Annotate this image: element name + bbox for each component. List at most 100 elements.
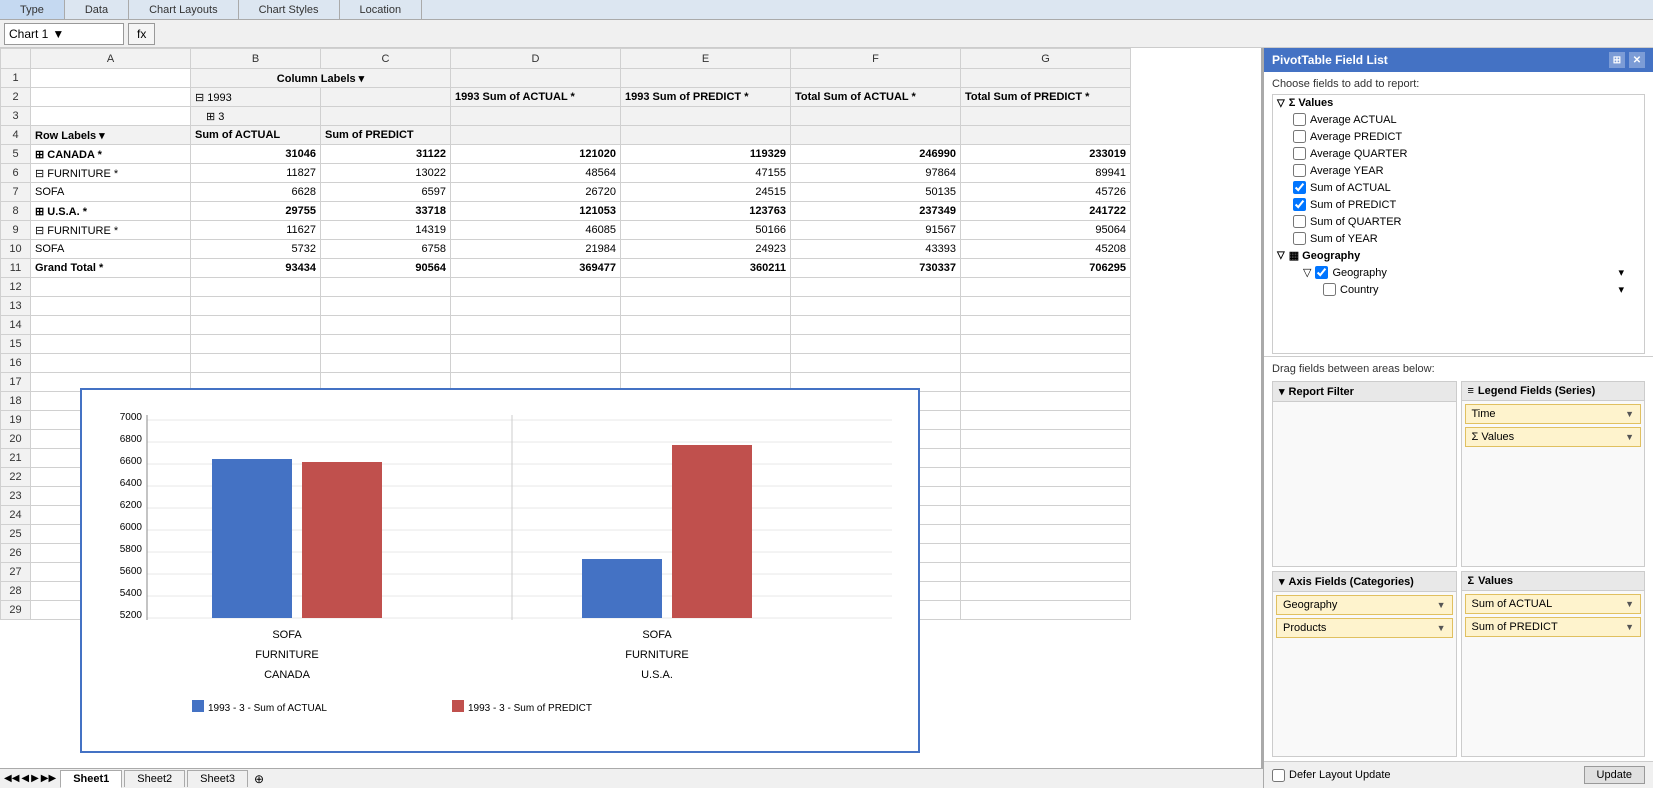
empty-cell[interactable] — [621, 297, 791, 316]
drop-arrow[interactable]: ▼ — [1625, 599, 1634, 609]
check-sum-quarter[interactable] — [1293, 215, 1306, 228]
field-avg-year[interactable]: Average YEAR — [1273, 162, 1644, 179]
fx-button[interactable]: fx — [128, 23, 155, 45]
cell-c11[interactable]: 90564 — [321, 259, 451, 278]
cell-f4[interactable] — [791, 126, 961, 145]
tab-data[interactable]: Data — [65, 0, 129, 19]
cell-e11[interactable]: 360211 — [621, 259, 791, 278]
cell-c10[interactable]: 6758 — [321, 240, 451, 259]
cell-c3[interactable] — [321, 107, 451, 126]
cell-g1[interactable] — [961, 69, 1131, 88]
cell-e1[interactable] — [621, 69, 791, 88]
nav-first[interactable]: ◀◀ — [4, 773, 19, 784]
spreadsheet-area[interactable]: A B C D E F G 1 Column Labels ▾ — [0, 48, 1263, 788]
cell-f7[interactable]: 50135 — [791, 183, 961, 202]
cell-d3[interactable] — [451, 107, 621, 126]
cell-e2[interactable]: 1993 Sum of PREDICT * — [621, 88, 791, 107]
empty-cell[interactable] — [961, 354, 1131, 373]
empty-cell[interactable] — [191, 278, 321, 297]
empty-cell[interactable] — [621, 278, 791, 297]
cell-b7[interactable]: 6628 — [191, 183, 321, 202]
cell-c9[interactable]: 14319 — [321, 221, 451, 240]
empty-cell[interactable] — [961, 430, 1131, 449]
axis-item-geography[interactable]: Geography ▼ — [1276, 595, 1453, 615]
defer-layout-label[interactable]: Defer Layout Update — [1272, 769, 1391, 782]
empty-cell[interactable] — [961, 411, 1131, 430]
legend-item-time[interactable]: Time ▼ — [1465, 404, 1642, 424]
empty-cell[interactable] — [961, 335, 1131, 354]
cell-d6[interactable]: 48564 — [451, 164, 621, 183]
cell-f9[interactable]: 91567 — [791, 221, 961, 240]
empty-cell[interactable] — [31, 316, 191, 335]
cell-g9[interactable]: 95064 — [961, 221, 1131, 240]
field-sum-year[interactable]: Sum of YEAR — [1273, 230, 1644, 247]
cell-b10[interactable]: 5732 — [191, 240, 321, 259]
empty-cell[interactable] — [321, 297, 451, 316]
empty-cell[interactable] — [961, 468, 1131, 487]
field-geography[interactable]: ▽ Geography ▾ — [1273, 264, 1644, 281]
cell-e10[interactable]: 24923 — [621, 240, 791, 259]
empty-cell[interactable] — [961, 278, 1131, 297]
cell-b5[interactable]: 31046 — [191, 145, 321, 164]
cell-b8[interactable]: 29755 — [191, 202, 321, 221]
pivot-section-values[interactable]: ▽ Σ Values — [1273, 95, 1644, 111]
cell-a9[interactable]: ⊟ FURNITURE * — [31, 221, 191, 240]
drop-arrow[interactable]: ▼ — [1437, 600, 1446, 610]
tab-type[interactable]: Type — [0, 0, 65, 19]
filter-icon[interactable]: ▾ — [1618, 266, 1624, 279]
empty-cell[interactable] — [961, 297, 1131, 316]
check-avg-quarter[interactable] — [1293, 147, 1306, 160]
empty-cell[interactable] — [621, 354, 791, 373]
cell-b11[interactable]: 93434 — [191, 259, 321, 278]
cell-f6[interactable]: 97864 — [791, 164, 961, 183]
pivot-icon-grid[interactable]: ⊞ — [1609, 52, 1625, 68]
empty-cell[interactable] — [961, 449, 1131, 468]
cell-f8[interactable]: 237349 — [791, 202, 961, 221]
empty-cell[interactable] — [791, 335, 961, 354]
cell-d1[interactable] — [451, 69, 621, 88]
cell-e3[interactable] — [621, 107, 791, 126]
empty-cell[interactable] — [31, 354, 191, 373]
cell-e9[interactable]: 50166 — [621, 221, 791, 240]
chart-name-box[interactable]: Chart 1 ▼ — [4, 23, 124, 45]
pivot-area-legend-fields[interactable]: ≡ Legend Fields (Series) Time ▼ Σ Values… — [1461, 381, 1646, 567]
empty-cell[interactable] — [621, 316, 791, 335]
cell-b6[interactable]: 11827 — [191, 164, 321, 183]
field-sum-actual[interactable]: Sum of ACTUAL — [1273, 179, 1644, 196]
cell-g6[interactable]: 89941 — [961, 164, 1131, 183]
empty-cell[interactable] — [791, 316, 961, 335]
drop-arrow[interactable]: ▼ — [1625, 622, 1634, 632]
drop-arrow[interactable]: ▼ — [1625, 409, 1634, 419]
pivot-fields-list[interactable]: ▽ Σ Values Average ACTUAL Average PREDIC… — [1272, 94, 1645, 354]
nav-next[interactable]: ▶ — [31, 773, 39, 784]
filter-icon-country[interactable]: ▾ — [1618, 283, 1624, 296]
cell-a8[interactable]: ⊞ U.S.A. * — [31, 202, 191, 221]
tab-chart-layouts[interactable]: Chart Layouts — [129, 0, 238, 19]
axis-item-products[interactable]: Products ▼ — [1276, 618, 1453, 638]
cell-a1[interactable] — [31, 69, 191, 88]
defer-layout-checkbox[interactable] — [1272, 769, 1285, 782]
cell-d10[interactable]: 21984 — [451, 240, 621, 259]
empty-cell[interactable] — [191, 335, 321, 354]
field-sum-predict[interactable]: Sum of PREDICT — [1273, 196, 1644, 213]
empty-cell[interactable] — [31, 335, 191, 354]
empty-cell[interactable] — [791, 278, 961, 297]
cell-f1[interactable] — [791, 69, 961, 88]
chart-container[interactable]: 7000 6800 6600 6400 6200 6000 5800 5600 … — [80, 388, 920, 753]
empty-cell[interactable] — [961, 487, 1131, 506]
cell-d9[interactable]: 46085 — [451, 221, 621, 240]
cell-c4[interactable]: Sum of PREDICT — [321, 126, 451, 145]
check-sum-predict[interactable] — [1293, 198, 1306, 211]
empty-cell[interactable] — [451, 278, 621, 297]
empty-cell[interactable] — [451, 335, 621, 354]
drop-arrow[interactable]: ▼ — [1437, 623, 1446, 633]
cell-c2[interactable] — [321, 88, 451, 107]
empty-cell[interactable] — [321, 354, 451, 373]
empty-cell[interactable] — [961, 373, 1131, 392]
pivot-section-geography[interactable]: ▽ ▦ Geography — [1273, 247, 1644, 264]
cell-d8[interactable]: 121053 — [451, 202, 621, 221]
cell-g7[interactable]: 45726 — [961, 183, 1131, 202]
pivot-area-values[interactable]: Σ Values Sum of ACTUAL ▼ Sum of PREDICT … — [1461, 571, 1646, 757]
pivot-area-report-filter[interactable]: ▾ Report Filter — [1272, 381, 1457, 567]
empty-cell[interactable] — [961, 544, 1131, 563]
